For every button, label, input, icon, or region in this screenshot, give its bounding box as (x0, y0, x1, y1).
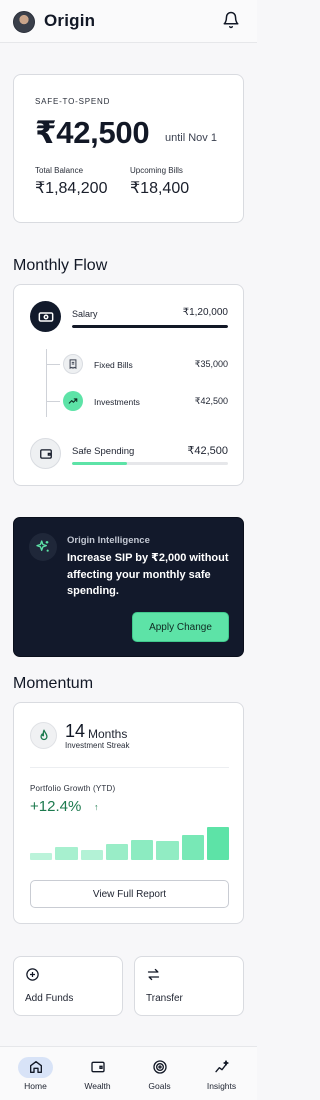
bell-icon[interactable] (222, 11, 240, 29)
salary-value: ₹1,20,000 (182, 307, 228, 318)
add-funds-label: Add Funds (25, 993, 74, 1004)
app-header: Origin (0, 0, 257, 43)
user-avatar[interactable] (13, 11, 35, 33)
safe-spending-label: Safe Spending (72, 446, 135, 457)
tab-wealth-label: Wealth (84, 1081, 111, 1091)
sparkles-icon (29, 533, 57, 561)
tab-insights-label: Insights (206, 1081, 237, 1091)
total-balance-label: Total Balance (35, 166, 84, 175)
streak-unit: Months (88, 727, 128, 741)
growth-bar (131, 839, 154, 860)
flame-icon (30, 722, 57, 749)
sparkline-icon (215, 1060, 229, 1073)
safe-spending-value: ₹42,500 (187, 445, 228, 457)
growth-bar (55, 847, 78, 860)
bottom-tab-bar: Home Wealth Goals Insights (0, 1046, 257, 1100)
growth-up-arrow: ↑ (94, 802, 99, 812)
flow-branch-connector (46, 364, 60, 365)
upcoming-bills-label: Upcoming Bills (130, 166, 183, 175)
intelligence-eyebrow: Origin Intelligence (67, 535, 150, 546)
momentum-divider (30, 767, 229, 768)
wallet-icon (30, 438, 61, 469)
fixed-bills-label: Fixed Bills (94, 360, 133, 370)
salary-progress-bar (72, 325, 228, 328)
safe-spending-progress-bar (72, 462, 228, 465)
monthly-flow-card: Salary ₹1,20,000 Fixed Bills ₹35,000 Inv… (13, 284, 244, 486)
app-title: Origin (44, 11, 96, 30)
total-balance-value: ₹1,84,200 (35, 180, 108, 197)
tab-goals-label: Goals (148, 1081, 171, 1091)
monthly-flow-title: Monthly Flow (13, 257, 108, 274)
safe-to-spend-until: until Nov 1 (165, 132, 217, 144)
growth-bar (105, 843, 128, 860)
flow-branch-line (46, 349, 47, 417)
growth-bar (80, 850, 103, 860)
safe-spending-progress-fill (72, 462, 127, 465)
receipt-icon (63, 354, 83, 374)
fixed-bills-value: ₹35,000 (194, 359, 228, 369)
transfer-label: Transfer (146, 993, 183, 1004)
origin-intelligence-card: Origin Intelligence Increase SIP by ₹2,0… (13, 517, 244, 657)
view-full-report-button[interactable]: View Full Report (30, 880, 229, 908)
portfolio-growth-chart (30, 827, 229, 860)
tab-home[interactable]: Home (10, 1047, 61, 1100)
plus-circle-icon (26, 968, 39, 981)
safe-to-spend-label: SAFE-TO-SPEND (35, 97, 111, 106)
flow-branch-connector (46, 401, 60, 402)
tab-goals[interactable]: Goals (134, 1047, 185, 1100)
momentum-card: 14 Months Investment Streak Portfolio Gr… (13, 702, 244, 924)
salary-progress-fill (72, 325, 228, 328)
investments-label: Investments (94, 397, 140, 407)
banknote-icon (30, 301, 61, 332)
tab-home-label: Home (24, 1081, 47, 1091)
portfolio-growth-label: Portfolio Growth (YTD) (30, 784, 116, 793)
wallet-icon (91, 1061, 105, 1073)
tab-insights[interactable]: Insights (196, 1047, 247, 1100)
transfer-arrows-icon (147, 968, 160, 981)
investments-value: ₹42,500 (194, 396, 228, 406)
momentum-title: Momentum (13, 675, 94, 692)
intelligence-message: Increase SIP by ₹2,000 without affecting… (67, 552, 229, 597)
growth-bar (206, 827, 229, 860)
tab-wealth[interactable]: Wealth (72, 1047, 123, 1100)
streak-label: Investment Streak (65, 741, 130, 750)
growth-bar (156, 840, 179, 860)
target-icon (153, 1060, 167, 1074)
home-icon (30, 1061, 42, 1073)
add-funds-button[interactable]: Add Funds (13, 956, 123, 1016)
transfer-button[interactable]: Transfer (134, 956, 244, 1016)
upcoming-bills-value: ₹18,400 (130, 180, 190, 197)
streak-value: 14 (65, 721, 86, 741)
trending-up-icon (63, 391, 83, 411)
growth-bar (30, 852, 53, 860)
salary-label: Salary (72, 309, 98, 319)
growth-bar (181, 834, 204, 860)
portfolio-growth-value: +12.4% (30, 798, 82, 815)
safe-to-spend-amount: ₹42,500 (35, 115, 150, 150)
apply-change-button[interactable]: Apply Change (132, 612, 229, 642)
safe-to-spend-card: SAFE-TO-SPEND ₹42,500 until Nov 1 Total … (13, 74, 244, 223)
